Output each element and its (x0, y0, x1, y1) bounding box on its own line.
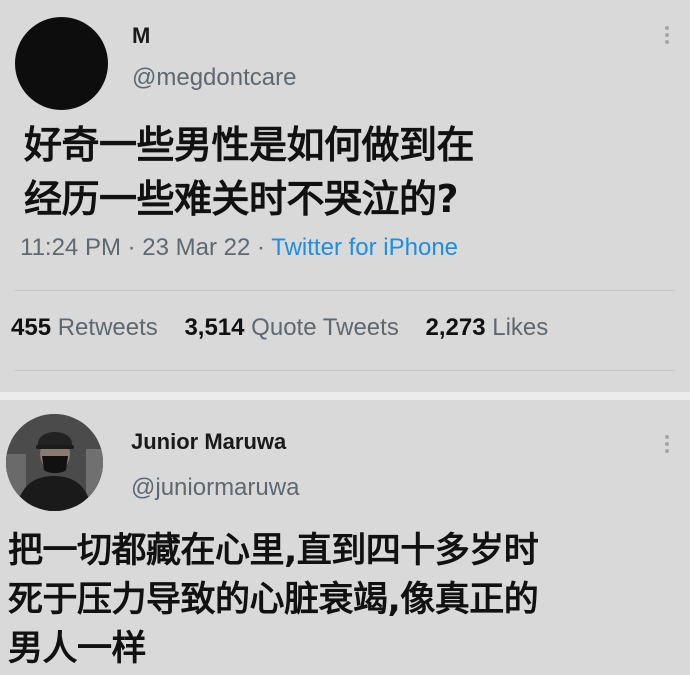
avatar[interactable] (15, 17, 108, 110)
author-handle[interactable]: @megdontcare (132, 64, 296, 92)
tweet-text-line: 好奇一些男性是如何做到在 (24, 123, 475, 167)
quote-tweets-count: 3,514 (184, 314, 245, 341)
quote-tweets-label: Quote Tweets (251, 314, 399, 341)
tweet-meta: 11:24 PM · 23 Mar 22 · Twitter for iPhon… (20, 234, 458, 262)
tweet-source-link[interactable]: Twitter for iPhone (271, 234, 458, 261)
likes-label: Likes (492, 314, 549, 341)
likes-stat[interactable]: 2,273 Likes (426, 314, 549, 341)
divider (15, 370, 675, 371)
tweet-text-line: 死于压力导致的心脏衰竭,像真正的 (8, 580, 539, 620)
more-options-icon[interactable] (659, 23, 675, 49)
quote-tweets-stat[interactable]: 3,514 Quote Tweets (184, 314, 398, 341)
tweet-card: M @megdontcare 好奇一些男性是如何做到在 经历一些难关时不哭泣的?… (0, 0, 690, 392)
tweet-stats: 455 Retweets 3,514 Quote Tweets 2,273 Li… (11, 314, 568, 342)
divider (15, 290, 675, 291)
author-handle[interactable]: @juniormaruwa (131, 474, 299, 502)
separator: · (127, 234, 136, 261)
tweet-card: Junior Maruwa @juniormaruwa 把一切都藏在心里,直到四… (0, 400, 690, 675)
tweet-time[interactable]: 11:24 PM (20, 234, 121, 261)
separator: · (257, 234, 266, 261)
author-name[interactable]: M (132, 23, 150, 49)
author-name[interactable]: Junior Maruwa (131, 429, 286, 455)
tweet-text-line: 把一切都藏在心里,直到四十多岁时 (8, 531, 539, 571)
retweets-label: Retweets (57, 314, 158, 341)
retweets-stat[interactable]: 455 Retweets (11, 314, 158, 341)
more-options-icon[interactable] (659, 432, 675, 458)
tweet-date[interactable]: 23 Mar 22 (142, 234, 250, 261)
person-photo-icon (6, 414, 103, 511)
tweet-text-line: 男人一样 (8, 629, 147, 669)
tweet-text: 好奇一些男性是如何做到在 经历一些难关时不哭泣的? (24, 118, 664, 226)
avatar[interactable] (6, 414, 103, 511)
retweets-count: 455 (11, 314, 52, 341)
likes-count: 2,273 (425, 314, 486, 341)
tweet-text: 把一切都藏在心里,直到四十多岁时 死于压力导致的心脏衰竭,像真正的 男人一样 (8, 527, 688, 674)
tweet-text-line: 经历一些难关时不哭泣的? (24, 177, 459, 221)
